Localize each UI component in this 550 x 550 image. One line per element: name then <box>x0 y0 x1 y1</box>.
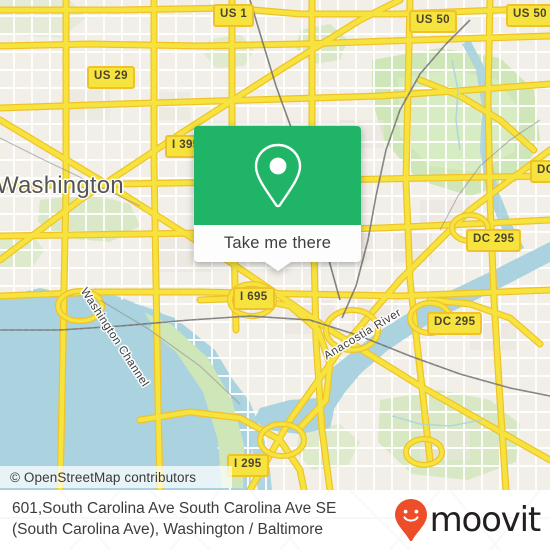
callout-pointer <box>264 262 291 271</box>
marker-card-icon-area <box>194 126 361 225</box>
map-label-city: Washington <box>0 172 124 199</box>
take-me-there-button[interactable]: Take me there <box>194 225 361 271</box>
map-attribution[interactable]: © OpenStreetMap contributors <box>0 466 232 488</box>
road-shield-dc-295-a[interactable]: DC 295 <box>466 229 522 252</box>
road-shield-i-695[interactable]: I 695 <box>233 287 275 310</box>
footer-address: 601,South Carolina Ave South Carolina Av… <box>12 500 337 538</box>
footer-content: 601,South Carolina Ave South Carolina Av… <box>0 490 550 550</box>
take-me-there-label: Take me there <box>223 234 332 252</box>
road-shield-us-50-b[interactable]: US 50 <box>506 4 550 27</box>
road-shield-i-295[interactable]: I 295 <box>227 454 269 477</box>
road-shield-us-50-a[interactable]: US 50 <box>409 10 457 33</box>
footer-bar: 601,South Carolina Ave South Carolina Av… <box>0 490 550 550</box>
screen-root: .land{fill:#f2efe9;} .bldg{fill:#e9e5dd;… <box>0 0 550 550</box>
destination-marker-card[interactable]: Take me there <box>194 126 361 271</box>
road-shield-dc[interactable]: DC <box>530 160 550 183</box>
road-shield-us-1[interactable]: US 1 <box>213 4 255 27</box>
map-pin-icon <box>254 143 301 207</box>
road-shield-us-29[interactable]: US 29 <box>87 66 135 89</box>
map-viewport[interactable]: .land{fill:#f2efe9;} .bldg{fill:#e9e5dd;… <box>0 0 550 490</box>
map-attribution-text: © OpenStreetMap contributors <box>10 469 197 485</box>
road-shield-dc-295-b[interactable]: DC 295 <box>427 312 483 335</box>
